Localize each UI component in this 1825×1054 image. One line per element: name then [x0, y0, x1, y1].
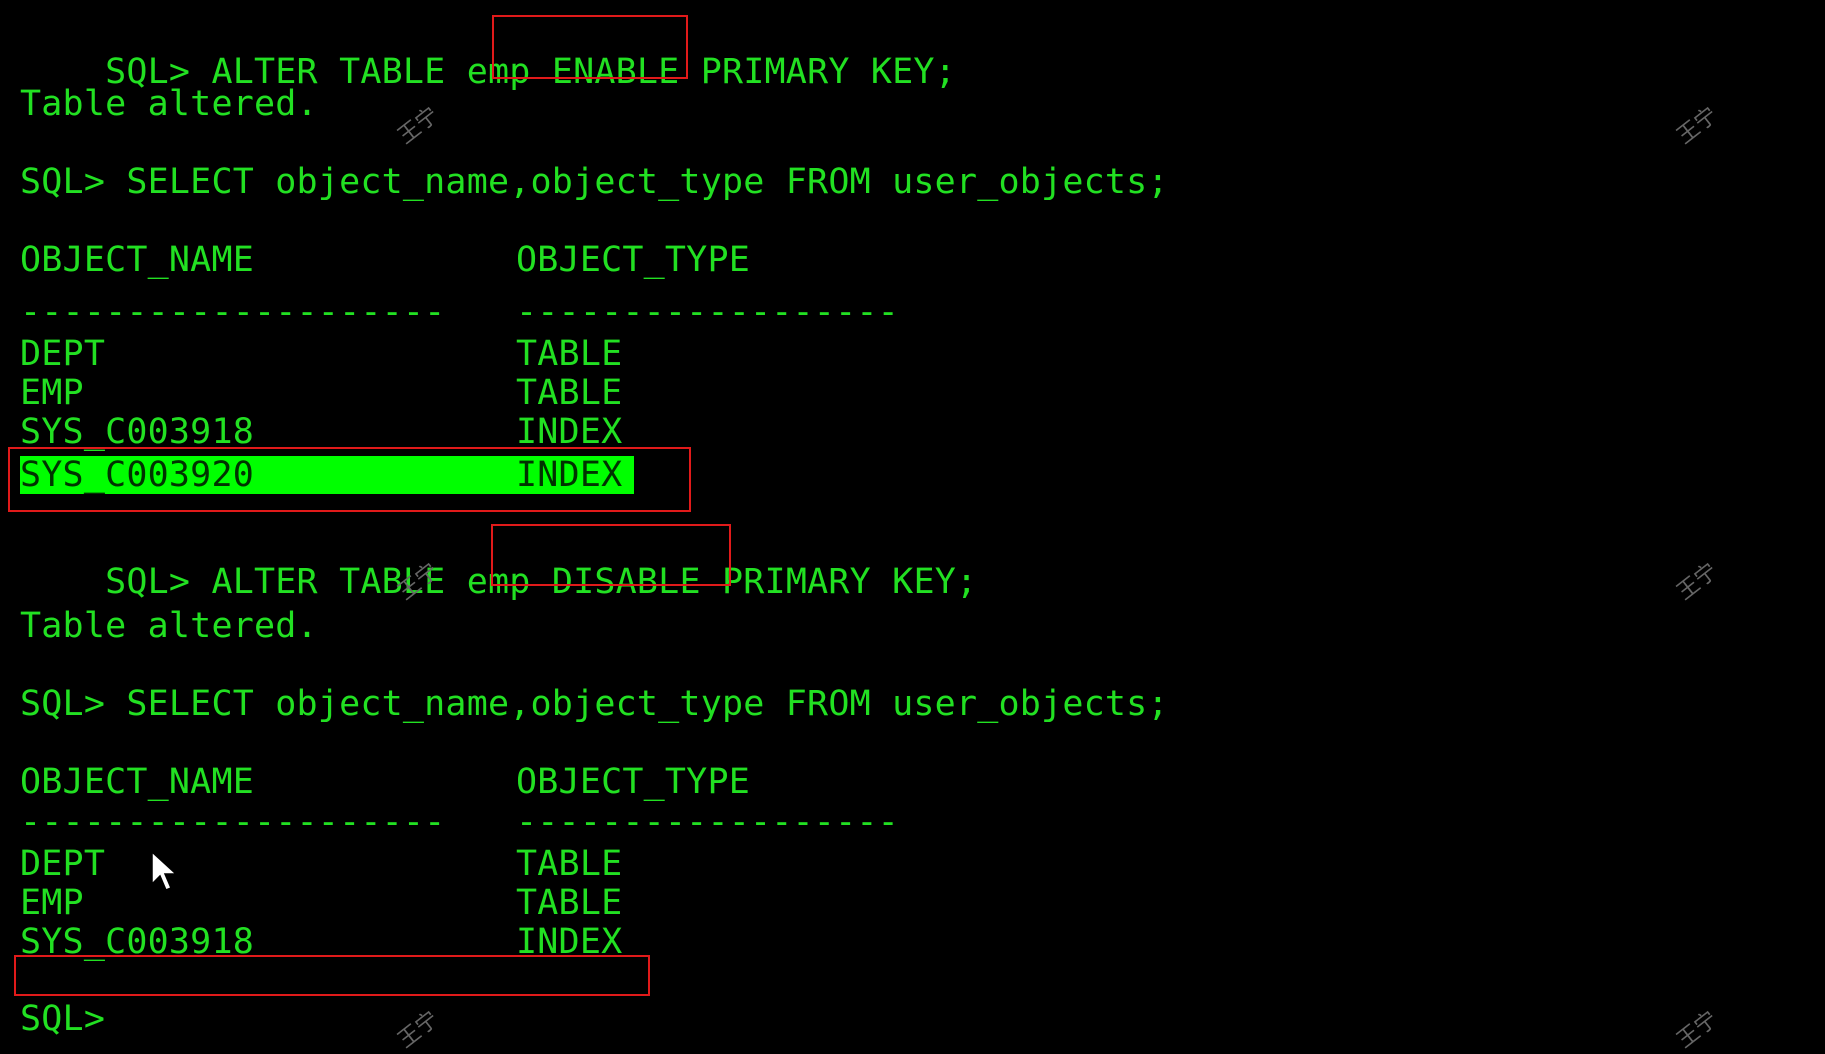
column-header-object-type: OBJECT_TYPE	[516, 240, 750, 280]
watermark: 王宁	[393, 1006, 444, 1054]
table-row-name: SYS_C003920	[20, 455, 254, 495]
watermark: 王宁	[1672, 102, 1723, 150]
column-header-object-type: OBJECT_TYPE	[516, 762, 750, 802]
table-row-name: SYS_C003918	[20, 922, 254, 962]
table-row-type: INDEX	[516, 455, 623, 495]
column-header-object-name: OBJECT_NAME	[20, 762, 254, 802]
table-row-type: TABLE	[516, 373, 623, 413]
column-separator: ------------------	[516, 802, 899, 842]
result-table-altered: Table altered.	[20, 84, 318, 124]
column-separator: --------------------	[20, 292, 446, 332]
highlighted-table-row: SYS_C003920 INDEX	[20, 456, 634, 494]
table-row-name: SYS_C003918	[20, 412, 254, 452]
sql-prompt[interactable]: SQL>	[20, 1001, 105, 1037]
keyword-disable: DISABLE	[551, 562, 722, 602]
sql-command-select: SQL> SELECT object_name,object_type FROM…	[20, 684, 1169, 724]
watermark: 王宁	[393, 102, 444, 150]
sql-command-enable: SQL> ALTER TABLE emp ENABLE PRIMARY KEY;	[20, 18, 956, 90]
column-separator: --------------------	[20, 802, 446, 842]
sql-command-select: SQL> SELECT object_name,object_type FROM…	[20, 162, 1169, 202]
column-separator: ------------------	[516, 292, 899, 332]
table-row-name: EMP	[20, 883, 84, 923]
keyword-enable: ENABLE	[551, 52, 701, 92]
table-row-type: INDEX	[516, 922, 623, 962]
column-header-object-name: OBJECT_NAME	[20, 240, 254, 280]
command-suffix: PRIMARY KEY;	[722, 562, 978, 602]
watermark: 王宁	[1672, 1006, 1723, 1054]
table-row-type: INDEX	[516, 412, 623, 452]
result-table-altered: Table altered.	[20, 606, 318, 646]
command-prefix: SQL> ALTER TABLE emp	[105, 562, 552, 602]
table-row-name: EMP	[20, 373, 84, 413]
table-row-name: DEPT	[20, 334, 106, 374]
terminal-window[interactable]: SQL> ALTER TABLE emp ENABLE PRIMARY KEY;…	[0, 0, 1825, 1053]
table-row-type: TABLE	[516, 334, 623, 374]
table-row-type: TABLE	[516, 883, 623, 923]
sql-command-disable: SQL> ALTER TABLE emp DISABLE PRIMARY KEY…	[20, 528, 977, 600]
mouse-pointer-icon	[151, 850, 178, 891]
watermark: 王宁	[1672, 558, 1723, 606]
table-row-name: DEPT	[20, 844, 106, 884]
command-suffix: PRIMARY KEY;	[700, 52, 956, 92]
table-row-type: TABLE	[516, 844, 623, 884]
